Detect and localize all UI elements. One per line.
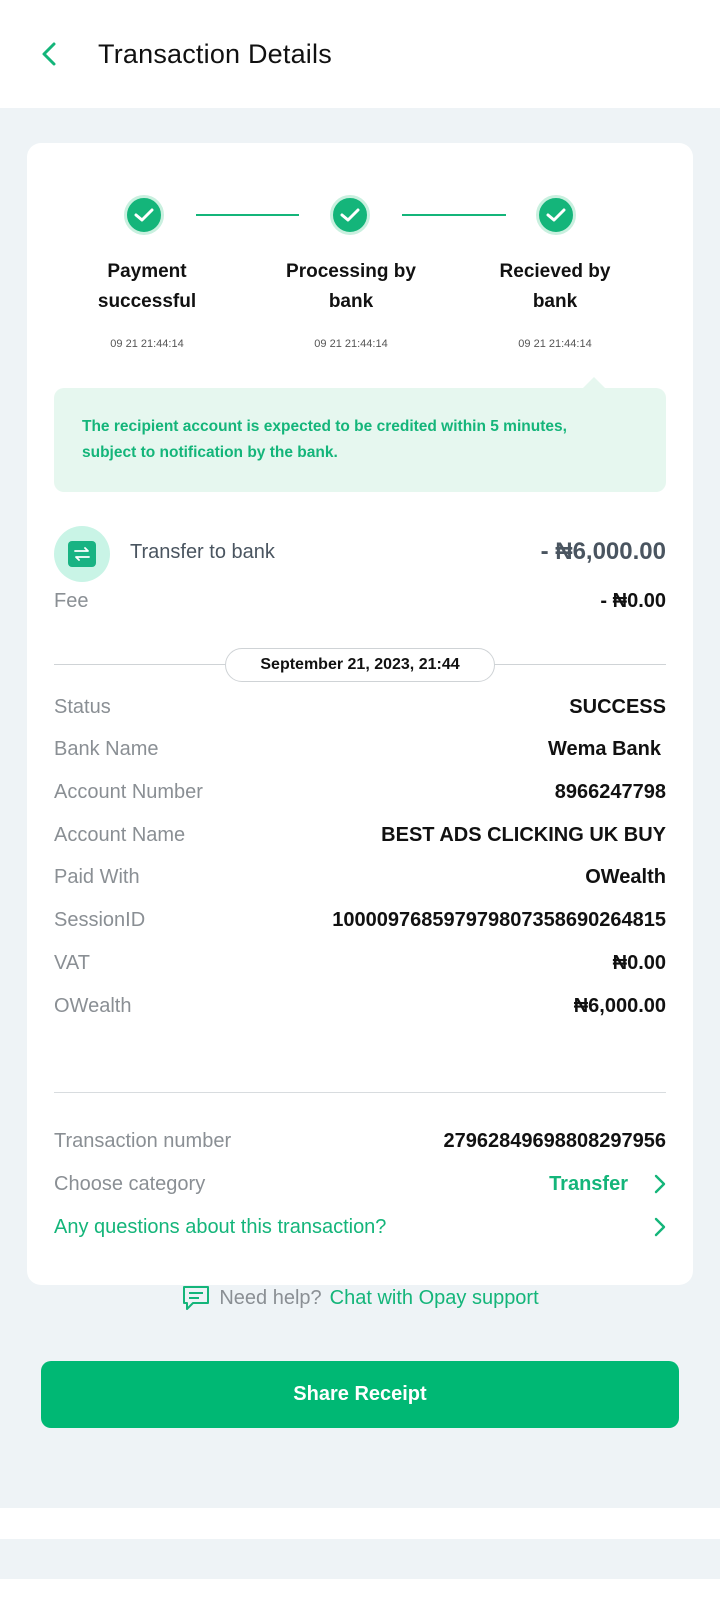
date-badge: September 21, 2023, 21:44 xyxy=(225,648,495,682)
chevron-right-icon xyxy=(654,1174,666,1194)
detail-key: Account Name xyxy=(54,823,186,846)
share-receipt-button[interactable]: Share Receipt xyxy=(41,1361,679,1428)
chevron-right-icon xyxy=(654,1217,666,1237)
step-label-3: Recieved by bank xyxy=(499,261,611,312)
detail-key: Bank Name xyxy=(54,737,159,760)
check-icon-step-3 xyxy=(536,195,576,235)
detail-value: OWealth xyxy=(585,865,666,888)
questions-link[interactable]: Any questions about this transaction? xyxy=(54,1216,386,1239)
step-time-3: 09 21 21:44:14 xyxy=(518,338,592,350)
detail-value: ₦0.00 xyxy=(612,951,666,974)
detail-value: BEST ADS CLICKING UK BUY xyxy=(381,823,666,846)
help-row: Need help? Chat with Opay support xyxy=(0,1284,720,1312)
chat-support-link[interactable]: Chat with Opay support xyxy=(330,1287,539,1310)
step-label-2: Processing by bank xyxy=(286,261,416,312)
category-label: Choose category xyxy=(54,1172,206,1195)
transaction-number-label: Transaction number xyxy=(54,1129,232,1152)
detail-row-account-number: Account Number 8966247798 xyxy=(54,777,666,807)
detail-key: Status xyxy=(54,695,111,718)
detail-value: 100009768597979807358690264815 xyxy=(332,908,666,931)
detail-value: ₦6,000.00 xyxy=(573,994,666,1017)
check-icon-step-1 xyxy=(124,195,164,235)
detail-row-status: Status SUCCESS xyxy=(54,692,666,722)
page-title: Transaction Details xyxy=(98,39,332,69)
transaction-card: Payment successful Processing by bank Reci… xyxy=(27,143,693,1285)
detail-row-bank-name: Bank Name Wema Bank xyxy=(54,734,666,764)
detail-row-vat: VAT ₦0.00 xyxy=(54,948,666,978)
check-icon-step-2 xyxy=(330,195,370,235)
category-selector[interactable]: Transfer xyxy=(549,1173,666,1196)
transfer-label: Transfer to bank xyxy=(130,541,275,563)
detail-value: SUCCESS xyxy=(569,695,666,718)
header: Transaction Details xyxy=(0,0,720,108)
transfer-amount: - ₦6,000.00 xyxy=(540,538,666,565)
detail-row-paid-with: Paid With OWealth xyxy=(54,862,666,892)
questions-row[interactable]: Any questions about this transaction? xyxy=(54,1212,666,1242)
detail-key: SessionID xyxy=(54,908,146,931)
step-connector-1 xyxy=(196,214,299,216)
transfer-icon xyxy=(54,526,110,582)
transaction-number-value: 27962849698808297956 xyxy=(443,1129,666,1152)
transaction-number-row: Transaction number 27962849698808297956 xyxy=(54,1126,666,1156)
notice-pointer xyxy=(583,377,605,388)
detail-value: 8966247798 xyxy=(554,780,666,803)
step-connector-2 xyxy=(402,214,506,216)
detail-row-session-id: SessionID 100009768597979807358690264815 xyxy=(54,905,666,935)
step-label-1: Payment successful xyxy=(97,261,197,312)
help-prefix: Need help? xyxy=(219,1286,322,1309)
chevron-left-icon xyxy=(42,42,56,66)
detail-key: Paid With xyxy=(54,865,140,888)
category-value: Transfer xyxy=(549,1172,628,1195)
detail-key: OWealth xyxy=(54,994,132,1017)
credit-notice: The recipient account is expected to be … xyxy=(54,388,666,492)
fee-value: - ₦0.00 xyxy=(600,590,666,612)
step-time-2: 09 21 21:44:14 xyxy=(314,338,388,350)
detail-key: VAT xyxy=(54,951,90,974)
detail-row-account-name: Account Name BEST ADS CLICKING UK BUY xyxy=(54,820,666,850)
bottom-strip xyxy=(0,1539,720,1579)
category-row[interactable]: Choose category Transfer xyxy=(54,1169,666,1199)
detail-key: Account Number xyxy=(54,780,203,803)
chat-icon xyxy=(183,1286,210,1310)
section-divider xyxy=(54,1092,666,1093)
fee-label: Fee xyxy=(54,590,89,612)
step-time-1: 09 21 21:44:14 xyxy=(110,338,184,350)
detail-row-owealth: OWealth ₦6,000.00 xyxy=(54,991,666,1021)
back-button[interactable] xyxy=(34,36,64,72)
detail-value: Wema Bank xyxy=(547,737,661,760)
